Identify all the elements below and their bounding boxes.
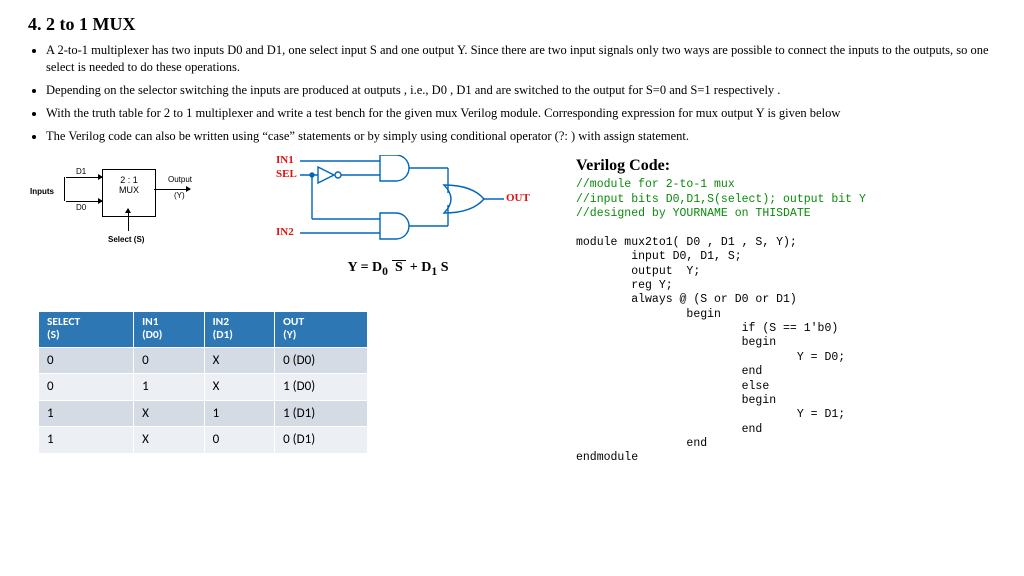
bullet-item: A 2-to-1 multiplexer has two inputs D0 a…: [46, 42, 996, 76]
sel-label: SEL: [276, 167, 297, 182]
table-cell: 0: [134, 347, 205, 374]
table-cell: 1: [39, 400, 134, 427]
table-cell: X: [134, 427, 205, 454]
output-label-bot: (Y): [174, 191, 185, 202]
boolean-equation: Y = D0 S + D1 S: [248, 259, 548, 280]
d0-label: D0: [76, 203, 86, 214]
in2-label: IN2: [276, 225, 294, 240]
select-label: Select (S): [108, 235, 144, 246]
page-title: 4. 2 to 1 MUX: [28, 12, 996, 36]
output-label-top: Output: [168, 175, 192, 186]
mux-block-diagram: Inputs D1 D0 2 : 1 MUX Output (Y) Select…: [28, 155, 228, 265]
table-cell: 1: [39, 427, 134, 454]
code-title: Verilog Code:: [576, 155, 996, 177]
table-cell: 0: [39, 347, 134, 374]
table-cell: 1: [204, 400, 275, 427]
mux-box-bot: MUX: [103, 186, 155, 196]
bullet-item: Depending on the selector switching the …: [46, 82, 996, 99]
table-cell: 1 (D0): [275, 374, 368, 401]
bullet-item: The Verilog code can also be written usi…: [46, 128, 996, 145]
th-in2: IN2(D1): [204, 312, 275, 347]
table-cell: X: [204, 347, 275, 374]
bullet-list: A 2-to-1 multiplexer has two inputs D0 a…: [28, 42, 996, 144]
bullet-item: With the truth table for 2 to 1 multiple…: [46, 105, 996, 122]
table-row: 00X0 (D0): [39, 347, 368, 374]
table-cell: 1: [134, 374, 205, 401]
inputs-label: Inputs: [30, 187, 54, 198]
table-cell: 0: [39, 374, 134, 401]
th-in1: IN1(D0): [134, 312, 205, 347]
table-cell: X: [134, 400, 205, 427]
th-select: SELECT(S): [39, 312, 134, 347]
in1-label: IN1: [276, 153, 294, 168]
gate-diagram: IN1 SEL IN2 OUT: [248, 155, 548, 280]
d1-label: D1: [76, 167, 86, 178]
th-out: OUT(Y): [275, 312, 368, 347]
out-label: OUT: [506, 191, 530, 206]
table-row: 1X11 (D1): [39, 400, 368, 427]
table-cell: 0 (D0): [275, 347, 368, 374]
truth-table: SELECT(S) IN1(D0) IN2(D1) OUT(Y) 00X0 (D…: [38, 311, 368, 454]
table-row: 1X00 (D1): [39, 427, 368, 454]
table-row: 01X1 (D0): [39, 374, 368, 401]
table-cell: X: [204, 374, 275, 401]
verilog-code: //module for 2-to-1 mux //input bits D0,…: [576, 178, 996, 466]
table-cell: 0: [204, 427, 275, 454]
table-cell: 1 (D1): [275, 400, 368, 427]
table-cell: 0 (D1): [275, 427, 368, 454]
